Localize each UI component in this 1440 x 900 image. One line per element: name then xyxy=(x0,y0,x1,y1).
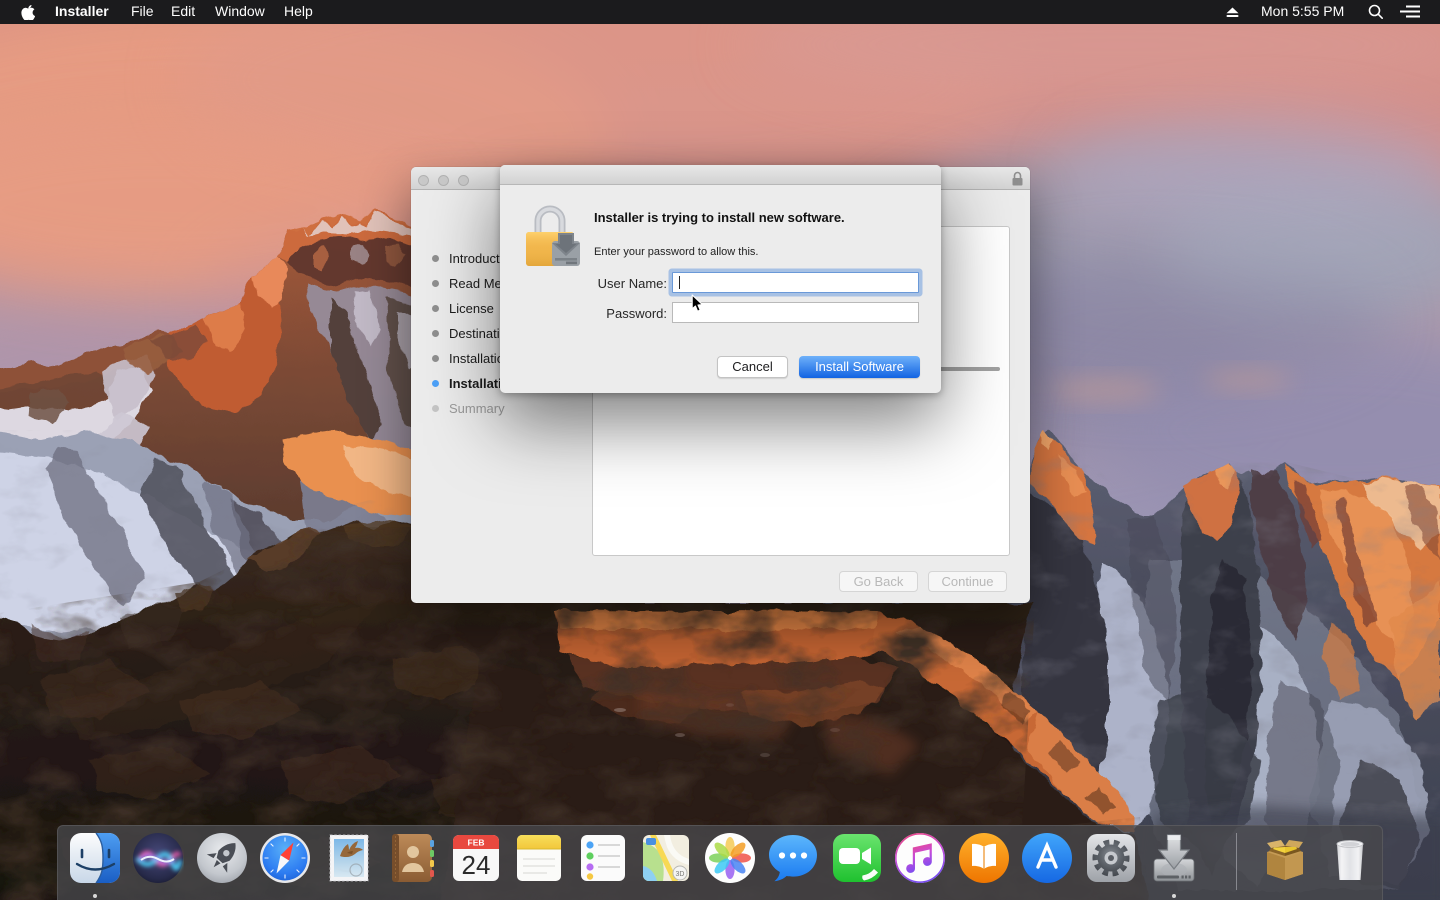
svg-text:FEB: FEB xyxy=(468,838,485,848)
svg-text:3D: 3D xyxy=(676,871,685,878)
svg-text:24: 24 xyxy=(462,850,491,880)
